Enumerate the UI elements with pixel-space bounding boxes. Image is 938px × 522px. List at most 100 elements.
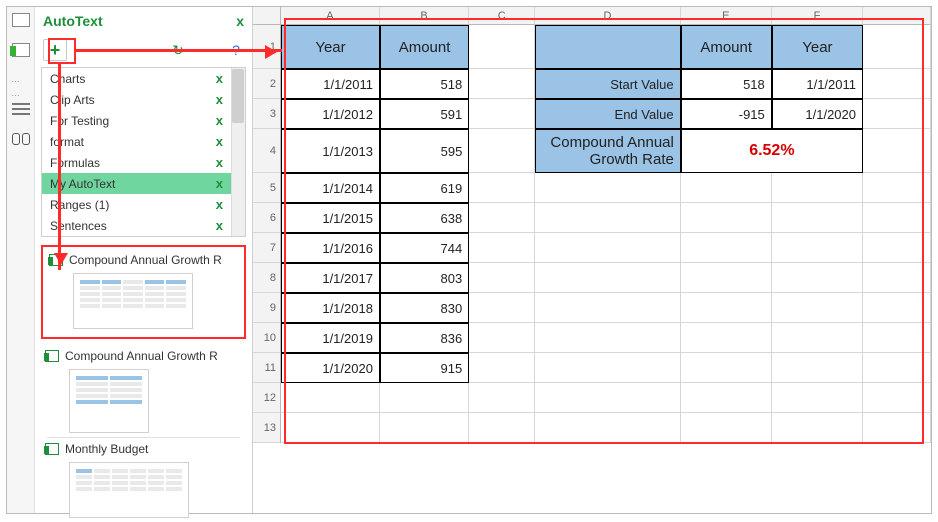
category-item[interactable]: For Testingx bbox=[42, 110, 231, 131]
cell[interactable]: Start Value bbox=[535, 69, 680, 99]
cell[interactable]: Compound Annual Growth Rate bbox=[535, 129, 680, 173]
category-close-icon[interactable]: x bbox=[216, 197, 223, 212]
entry-thumbnail[interactable] bbox=[73, 273, 193, 329]
spreadsheet[interactable]: A B C D E F 1 2 3 4 5 6 7 8 9 10 11 12 1… bbox=[253, 7, 931, 513]
excel-icon bbox=[45, 350, 59, 362]
doc-green-icon[interactable] bbox=[12, 43, 30, 57]
cell[interactable] bbox=[469, 25, 535, 69]
list-icon[interactable] bbox=[12, 103, 30, 117]
category-close-icon[interactable]: x bbox=[216, 92, 223, 107]
row-header[interactable]: 11 bbox=[253, 353, 281, 383]
entry-thumbnail[interactable] bbox=[69, 369, 149, 433]
select-all-corner[interactable] bbox=[253, 7, 281, 25]
col-header[interactable]: D bbox=[535, 7, 681, 25]
row-header[interactable]: 13 bbox=[253, 413, 281, 443]
category-close-icon[interactable]: x bbox=[216, 218, 223, 233]
cell[interactable]: 1/1/2011 bbox=[281, 69, 380, 99]
cell[interactable]: 803 bbox=[380, 263, 469, 293]
cell[interactable] bbox=[469, 129, 535, 173]
cell[interactable]: 1/1/2011 bbox=[772, 69, 863, 99]
cell[interactable]: 830 bbox=[380, 293, 469, 323]
category-item[interactable]: formatx bbox=[42, 131, 231, 152]
col-header[interactable]: C bbox=[469, 7, 535, 25]
entry-label: Monthly Budget bbox=[65, 442, 148, 456]
doc-icon[interactable] bbox=[12, 13, 30, 27]
cell[interactable] bbox=[863, 99, 931, 129]
row-header[interactable]: 8 bbox=[253, 263, 281, 293]
cell[interactable]: 836 bbox=[380, 323, 469, 353]
category-close-icon[interactable]: x bbox=[216, 71, 223, 86]
category-label: Formulas bbox=[50, 156, 216, 170]
row-header[interactable]: 9 bbox=[253, 293, 281, 323]
cell[interactable]: 1/1/2013 bbox=[281, 129, 380, 173]
row-header[interactable]: 4 bbox=[253, 129, 281, 173]
cell[interactable]: End Value bbox=[535, 99, 680, 129]
cagr-cell[interactable]: 6.52% bbox=[681, 129, 863, 173]
cell[interactable] bbox=[535, 25, 680, 69]
category-close-icon[interactable]: x bbox=[216, 176, 223, 191]
row-header[interactable]: 5 bbox=[253, 173, 281, 203]
add-autotext-button[interactable]: + bbox=[43, 39, 67, 61]
col-header[interactable]: B bbox=[380, 7, 469, 25]
category-close-icon[interactable]: x bbox=[216, 113, 223, 128]
cell[interactable]: 744 bbox=[380, 233, 469, 263]
cell[interactable]: 1/1/2014 bbox=[281, 173, 380, 203]
row-header[interactable]: 2 bbox=[253, 69, 281, 99]
cell[interactable]: 1/1/2020 bbox=[772, 99, 863, 129]
cell[interactable]: Year bbox=[772, 25, 863, 69]
cell[interactable]: Amount bbox=[681, 25, 772, 69]
row-header[interactable]: 3 bbox=[253, 99, 281, 129]
cell[interactable]: Year bbox=[281, 25, 380, 69]
cell[interactable] bbox=[863, 69, 931, 99]
scrollbar-thumb[interactable] bbox=[232, 69, 244, 123]
cell[interactable]: Amount bbox=[380, 25, 469, 69]
row-header[interactable]: 10 bbox=[253, 323, 281, 353]
cell[interactable] bbox=[863, 129, 931, 173]
cell[interactable]: 1/1/2019 bbox=[281, 323, 380, 353]
excel-icon bbox=[45, 443, 59, 455]
cell[interactable]: 518 bbox=[681, 69, 772, 99]
cell[interactable]: 619 bbox=[380, 173, 469, 203]
col-header[interactable]: E bbox=[681, 7, 772, 25]
cell[interactable] bbox=[469, 69, 535, 99]
cell[interactable] bbox=[469, 99, 535, 129]
cell[interactable]: 1/1/2020 bbox=[281, 353, 380, 383]
category-item-selected[interactable]: My AutoTextx bbox=[42, 173, 231, 194]
close-pane-button[interactable]: x bbox=[236, 13, 244, 29]
cell[interactable]: 915 bbox=[380, 353, 469, 383]
autotext-entry[interactable]: Compound Annual Growth R bbox=[41, 347, 246, 365]
category-list: Chartsx Clip Artsx For Testingx formatx … bbox=[41, 67, 246, 237]
category-item[interactable]: Ranges (1)x bbox=[42, 194, 231, 215]
cell[interactable]: 1/1/2016 bbox=[281, 233, 380, 263]
cell[interactable]: 638 bbox=[380, 203, 469, 233]
cell[interactable]: 518 bbox=[380, 69, 469, 99]
category-close-icon[interactable]: x bbox=[216, 155, 223, 170]
category-item[interactable]: Sentencesx bbox=[42, 215, 231, 236]
category-label: My AutoText bbox=[50, 177, 216, 191]
category-item[interactable]: Chartsx bbox=[42, 68, 231, 89]
cell[interactable]: 595 bbox=[380, 129, 469, 173]
row-header[interactable]: 12 bbox=[253, 383, 281, 413]
category-item[interactable]: Clip Artsx bbox=[42, 89, 231, 110]
cell[interactable] bbox=[863, 25, 931, 69]
cell[interactable]: 1/1/2018 bbox=[281, 293, 380, 323]
col-header[interactable]: A bbox=[281, 7, 380, 25]
category-close-icon[interactable]: x bbox=[216, 134, 223, 149]
cell[interactable]: -915 bbox=[681, 99, 772, 129]
grid-icon[interactable] bbox=[12, 73, 30, 87]
cell[interactable]: 1/1/2015 bbox=[281, 203, 380, 233]
category-item[interactable]: Formulasx bbox=[42, 152, 231, 173]
col-header[interactable] bbox=[863, 7, 931, 25]
find-icon[interactable] bbox=[12, 133, 30, 147]
cell[interactable]: 1/1/2017 bbox=[281, 263, 380, 293]
scrollbar[interactable] bbox=[231, 68, 245, 236]
cell[interactable]: 591 bbox=[380, 99, 469, 129]
row-header[interactable]: 7 bbox=[253, 233, 281, 263]
row-header[interactable]: 6 bbox=[253, 203, 281, 233]
cell[interactable]: 1/1/2012 bbox=[281, 99, 380, 129]
highlighted-entry-box: Compound Annual Growth R bbox=[41, 245, 246, 339]
autotext-entry[interactable]: Monthly Budget bbox=[41, 440, 246, 458]
col-header[interactable]: F bbox=[772, 7, 863, 25]
entry-thumbnail[interactable] bbox=[69, 462, 189, 518]
autotext-entry[interactable]: Compound Annual Growth R bbox=[45, 251, 242, 269]
